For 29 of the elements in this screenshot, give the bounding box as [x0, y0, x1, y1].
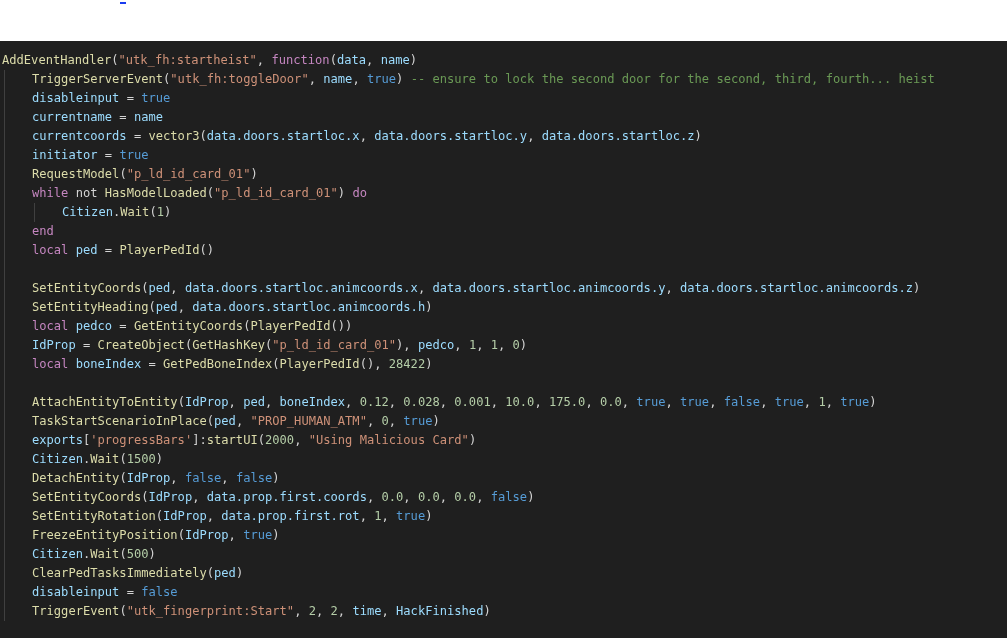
code-line: SetEntityHeading(ped, data.doors.startloc.animcoords.h): [32, 299, 433, 316]
code-line: Citizen.Wait(1500): [32, 451, 164, 468]
code-line: AttachEntityToEntity(IdProp, ped, boneIndex, 0.12, 0.028, 0.001, 10.0, 175.0, 0.0, true, true, false, true, 1, true): [32, 394, 877, 411]
code-line: RequestModel("p_ld_id_card_01"): [32, 166, 258, 183]
caret-mark: [120, 2, 126, 4]
code-line: SetEntityRotation(IdProp, data.prop.first.rot, 1, true): [32, 508, 433, 525]
code-line: disableinput = false: [32, 584, 178, 601]
code-line: Citizen.Wait(1): [62, 204, 172, 221]
code-line: TriggerServerEvent("utk_fh:toggleDoor", name, true) -- ensure to lock the second door for the second, third, fourth... heist: [32, 71, 935, 88]
code-line: TriggerEvent("utk_fingerprint:Start", 2, 2, time, HackFinished): [32, 603, 491, 620]
code-line: SetEntityCoords(ped, data.doors.startloc.animcoords.x, data.doors.startloc.animcoords.y, data.doors.startloc.animcoords.z): [32, 280, 921, 297]
code-line: SetEntityCoords(IdProp, data.prop.first.coords, 0.0, 0.0, 0.0, false): [32, 489, 535, 506]
code-line: end: [32, 223, 54, 240]
code-line: initiator = true: [32, 147, 149, 164]
code-line: currentname = name: [32, 109, 164, 126]
code-line: ClearPedTasksImmediately(ped): [32, 565, 244, 582]
code-line: local ped = PlayerPedId(): [32, 242, 215, 259]
code-line: local pedco = GetEntityCoords(PlayerPedId()): [32, 318, 353, 335]
code-line: Citizen.Wait(500): [32, 546, 156, 563]
code-line: IdProp = CreateObject(GetHashKey("p_ld_id_card_01"), pedco, 1, 1, 0): [32, 337, 528, 354]
code-line: exports['progressBars']:startUI(2000, "Using Malicious Card"): [32, 432, 477, 449]
code-line: TaskStartScenarioInPlace(ped, "PROP_HUMAN_ATM", 0, true): [32, 413, 440, 430]
code-line: while not HasModelLoaded("p_ld_id_card_01") do: [32, 185, 367, 202]
code-line: local boneIndex = GetPedBoneIndex(PlayerPedId(), 28422): [32, 356, 433, 373]
code-line: currentcoords = vector3(data.doors.startloc.x, data.doors.startloc.y, data.doors.startloc.z): [32, 128, 702, 145]
code-line: disableinput = true: [32, 90, 171, 107]
code-line: DetachEntity(IdProp, false, false): [32, 470, 280, 487]
code-line: FreezeEntityPosition(IdProp, true): [32, 527, 280, 544]
code-line: AddEventHandler("utk_fh:startheist", function(data, name): [2, 52, 418, 69]
